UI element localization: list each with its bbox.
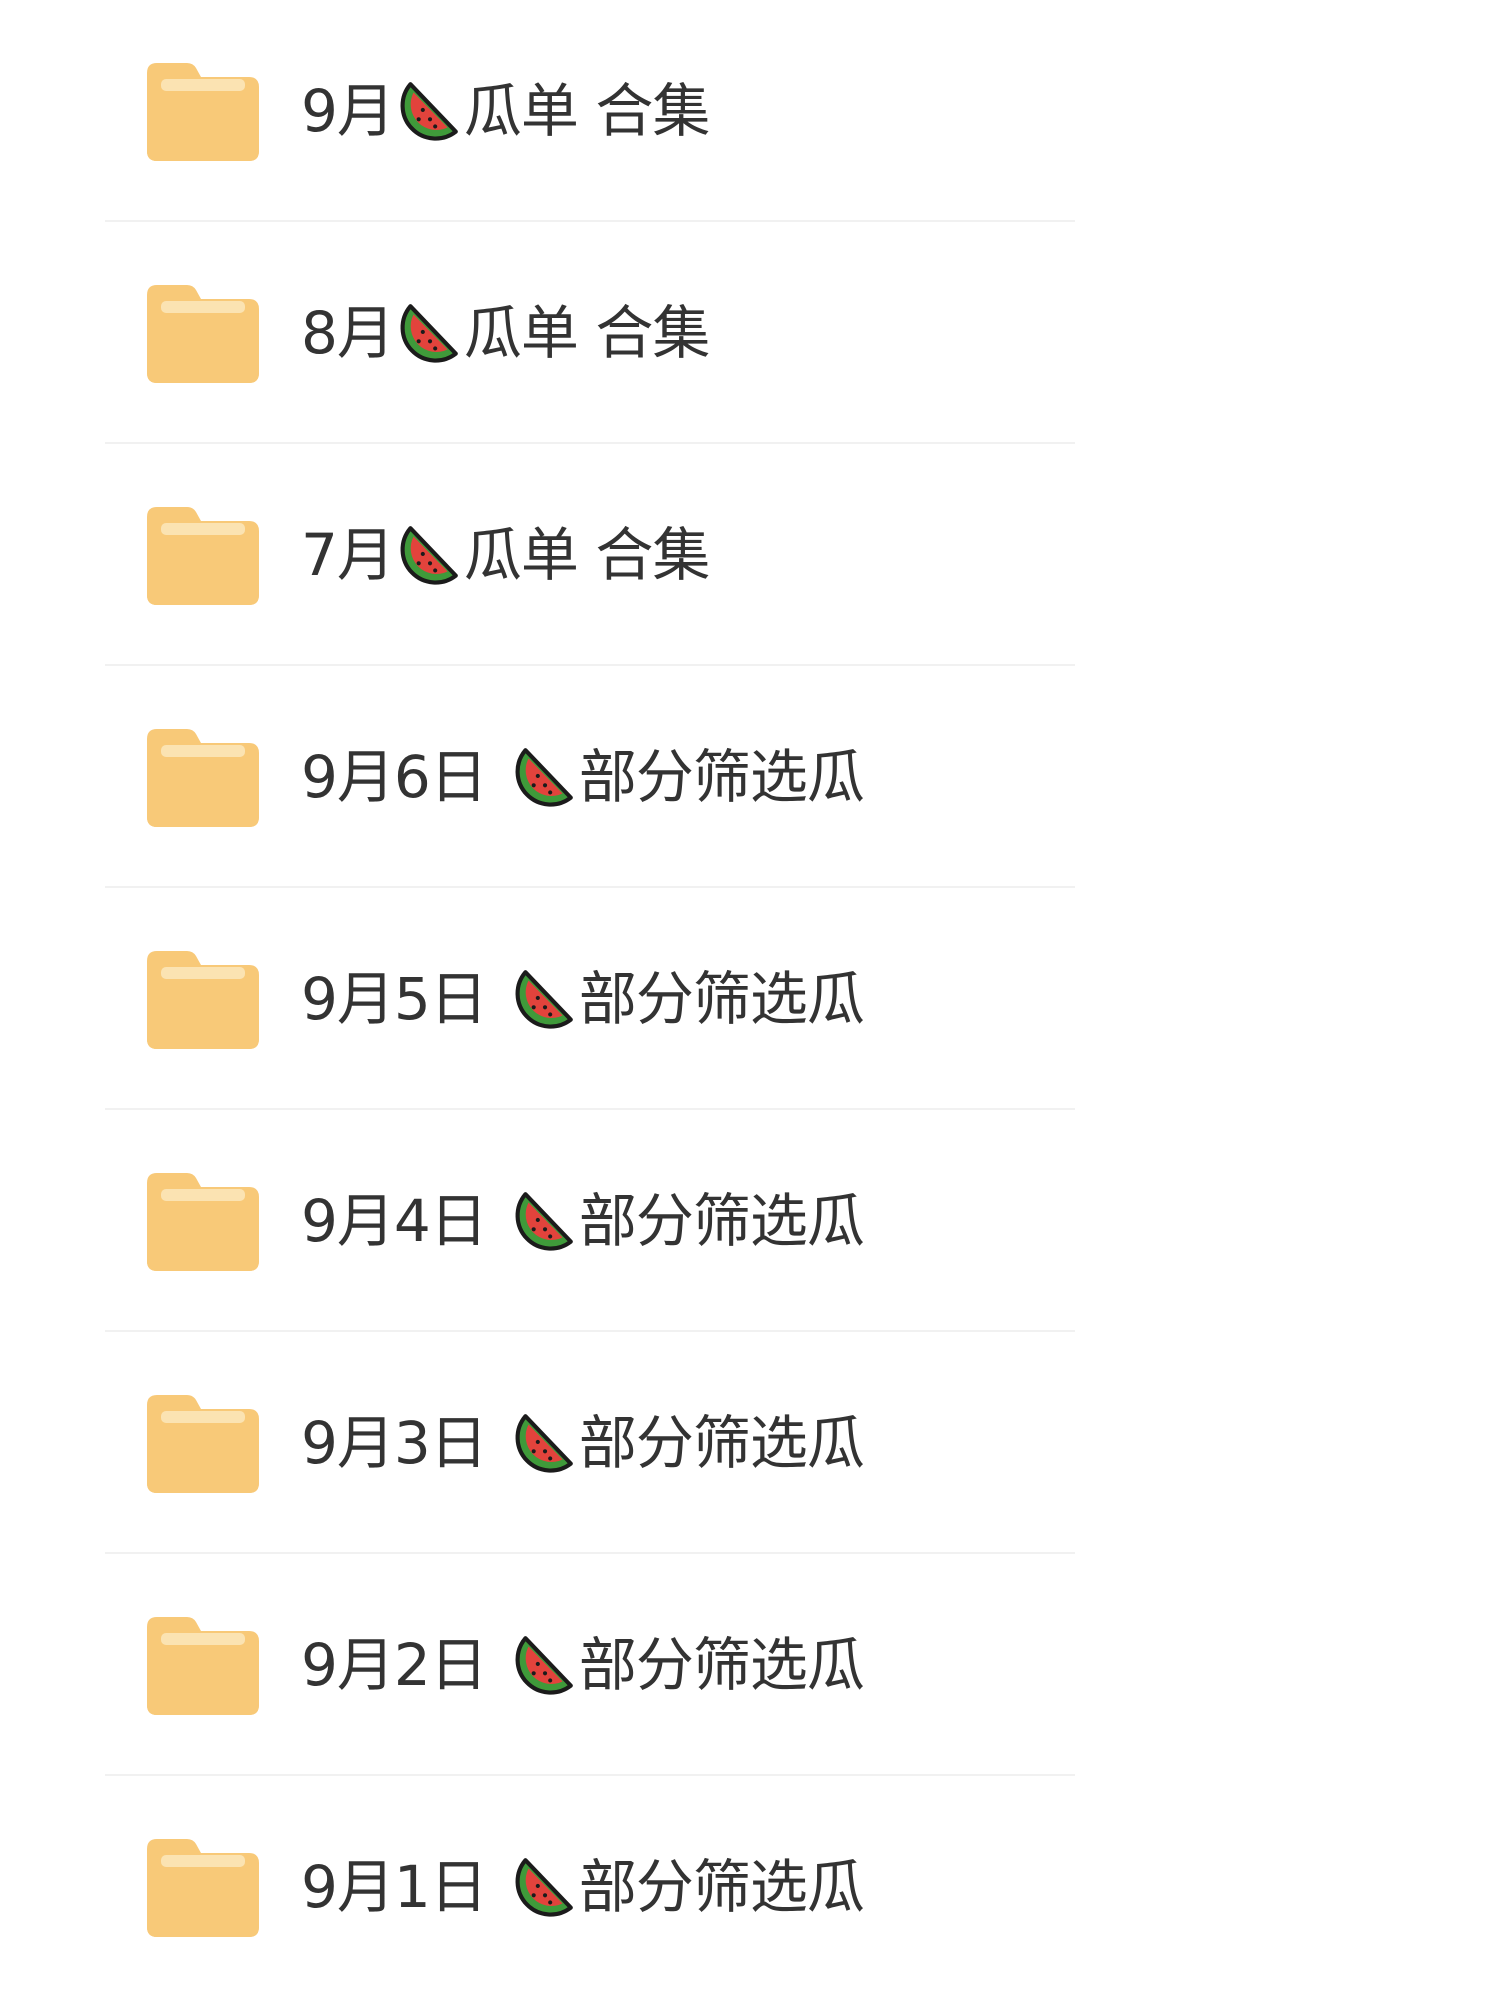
folder-date: 7月 <box>301 521 395 589</box>
folder-date: 9月 <box>301 77 395 145</box>
folder-row[interactable]: 9月 瓜单 合集 <box>105 0 1075 222</box>
folder-row[interactable]: 9月4日 部分筛选瓜 <box>105 1110 1075 1332</box>
folder-title: 瓜单 合集 <box>463 77 710 145</box>
watermelon-icon <box>396 78 462 144</box>
folder-name: 9月1日 部分筛选瓜 <box>301 1853 865 1921</box>
watermelon-icon <box>396 522 462 588</box>
folder-date: 9月5日 <box>301 965 488 1033</box>
watermelon-icon <box>511 966 577 1032</box>
folder-row[interactable]: 8月 瓜单 合集 <box>105 222 1075 444</box>
watermelon-icon <box>511 1854 577 1920</box>
folder-name: 9月6日 部分筛选瓜 <box>301 743 865 811</box>
folder-title: 部分筛选瓜 <box>578 1409 865 1477</box>
folder-date: 9月3日 <box>301 1409 488 1477</box>
folder-icon <box>143 1165 263 1277</box>
folder-icon <box>143 1831 263 1943</box>
watermelon-icon <box>511 1632 577 1698</box>
folder-icon <box>143 1609 263 1721</box>
folder-title: 瓜单 合集 <box>463 521 710 589</box>
watermelon-icon <box>511 744 577 810</box>
folder-title: 瓜单 合集 <box>463 299 710 367</box>
folder-icon <box>143 721 263 833</box>
folder-name: 9月5日 部分筛选瓜 <box>301 965 865 1033</box>
folder-row[interactable]: 9月3日 部分筛选瓜 <box>105 1332 1075 1554</box>
folder-name: 7月 瓜单 合集 <box>301 521 710 589</box>
watermelon-icon <box>511 1188 577 1254</box>
folder-row[interactable]: 9月5日 部分筛选瓜 <box>105 888 1075 1110</box>
folder-title: 部分筛选瓜 <box>578 965 865 1033</box>
folder-row[interactable]: 9月1日 部分筛选瓜 <box>105 1776 1075 1998</box>
folder-name: 9月3日 部分筛选瓜 <box>301 1409 865 1477</box>
folder-name: 9月4日 部分筛选瓜 <box>301 1187 865 1255</box>
watermelon-icon <box>396 300 462 366</box>
folder-name: 9月 瓜单 合集 <box>301 77 710 145</box>
folder-title: 部分筛选瓜 <box>578 1853 865 1921</box>
folder-icon <box>143 277 263 389</box>
folder-row[interactable]: 7月 瓜单 合集 <box>105 444 1075 666</box>
folder-date: 9月4日 <box>301 1187 488 1255</box>
folder-title: 部分筛选瓜 <box>578 743 865 811</box>
folder-name: 9月2日 部分筛选瓜 <box>301 1631 865 1699</box>
watermelon-icon <box>511 1410 577 1476</box>
folder-title: 部分筛选瓜 <box>578 1187 865 1255</box>
folder-date: 8月 <box>301 299 395 367</box>
folder-date: 9月1日 <box>301 1853 488 1921</box>
folder-icon <box>143 55 263 167</box>
folder-row[interactable]: 9月6日 部分筛选瓜 <box>105 666 1075 888</box>
folder-icon <box>143 1387 263 1499</box>
folder-row[interactable]: 9月2日 部分筛选瓜 <box>105 1554 1075 1776</box>
folder-date: 9月6日 <box>301 743 488 811</box>
folder-name: 8月 瓜单 合集 <box>301 299 710 367</box>
folder-icon <box>143 499 263 611</box>
file-list: 9月 瓜单 合集 8月 瓜单 合集 7月 瓜单 合集 9月6日 部分筛选瓜 9月… <box>0 0 1500 1999</box>
folder-title: 部分筛选瓜 <box>578 1631 865 1699</box>
folder-icon <box>143 943 263 1055</box>
folder-date: 9月2日 <box>301 1631 488 1699</box>
